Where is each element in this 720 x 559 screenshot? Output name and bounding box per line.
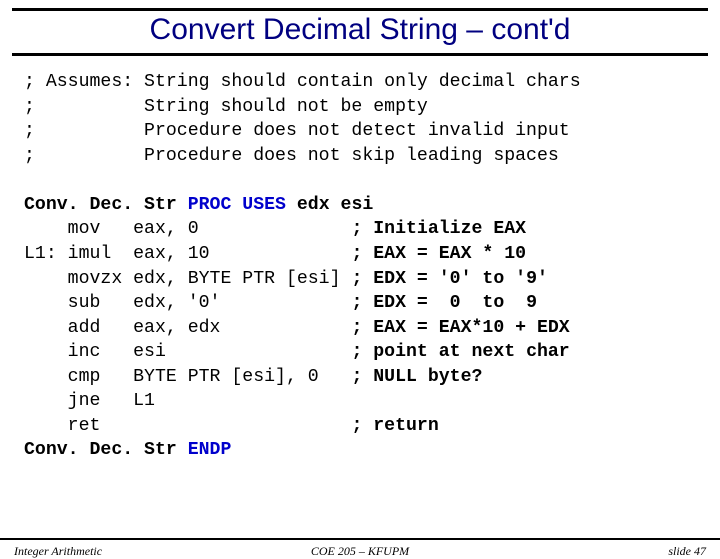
code-block: ; Assumes: String should contain only de… xyxy=(24,70,700,463)
code-line-1a: mov eax, 0 xyxy=(24,219,351,239)
footer: Integer Arithmetic COE 205 – KFUPM slide… xyxy=(0,538,720,542)
endp-name: Conv. Dec. Str xyxy=(24,440,177,460)
proc-name: Conv. Dec. Str xyxy=(24,195,177,215)
code-line-2b: ; EAX = EAX * 10 xyxy=(351,244,526,264)
proc-keyword: PROC USES xyxy=(177,195,297,215)
code-line-6b: ; point at next char xyxy=(351,342,569,362)
code-line-2a: L1: imul eax, 10 xyxy=(24,244,351,264)
code-line-9a: ret xyxy=(24,416,351,436)
code-line-7b: ; NULL byte? xyxy=(351,367,482,387)
slide-title: Convert Decimal String – cont'd xyxy=(150,13,571,46)
assume-line-1: ; Assumes: String should contain only de… xyxy=(24,72,581,92)
code-line-5b: ; EAX = EAX*10 + EDX xyxy=(351,318,569,338)
code-line-7a: cmp BYTE PTR [esi], 0 xyxy=(24,367,351,387)
code-line-1b: ; Initialize EAX xyxy=(351,219,526,239)
code-line-4a: sub edx, '0' xyxy=(24,293,351,313)
footer-right: slide 47 xyxy=(668,544,706,559)
proc-regs: edx esi xyxy=(297,195,373,215)
code-line-8: jne L1 xyxy=(24,391,155,411)
code-line-3a: movzx edx, BYTE PTR [esi] xyxy=(24,269,351,289)
code-line-6a: inc esi xyxy=(24,342,351,362)
slide: Convert Decimal String – cont'd ; Assume… xyxy=(0,8,720,548)
code-line-9b: ; return xyxy=(351,416,438,436)
code-line-3b: ; EDX = '0' to '9' xyxy=(351,269,547,289)
endp-keyword: ENDP xyxy=(177,440,232,460)
code-line-5a: add eax, edx xyxy=(24,318,351,338)
footer-center: COE 205 – KFUPM xyxy=(0,544,720,559)
code-line-4b: ; EDX = 0 to 9 xyxy=(351,293,537,313)
title-bar: Convert Decimal String – cont'd xyxy=(12,8,708,56)
assume-line-3: ; Procedure does not detect invalid inpu… xyxy=(24,121,570,141)
assume-line-4: ; Procedure does not skip leading spaces xyxy=(24,146,559,166)
assume-line-2: ; String should not be empty xyxy=(24,97,428,117)
